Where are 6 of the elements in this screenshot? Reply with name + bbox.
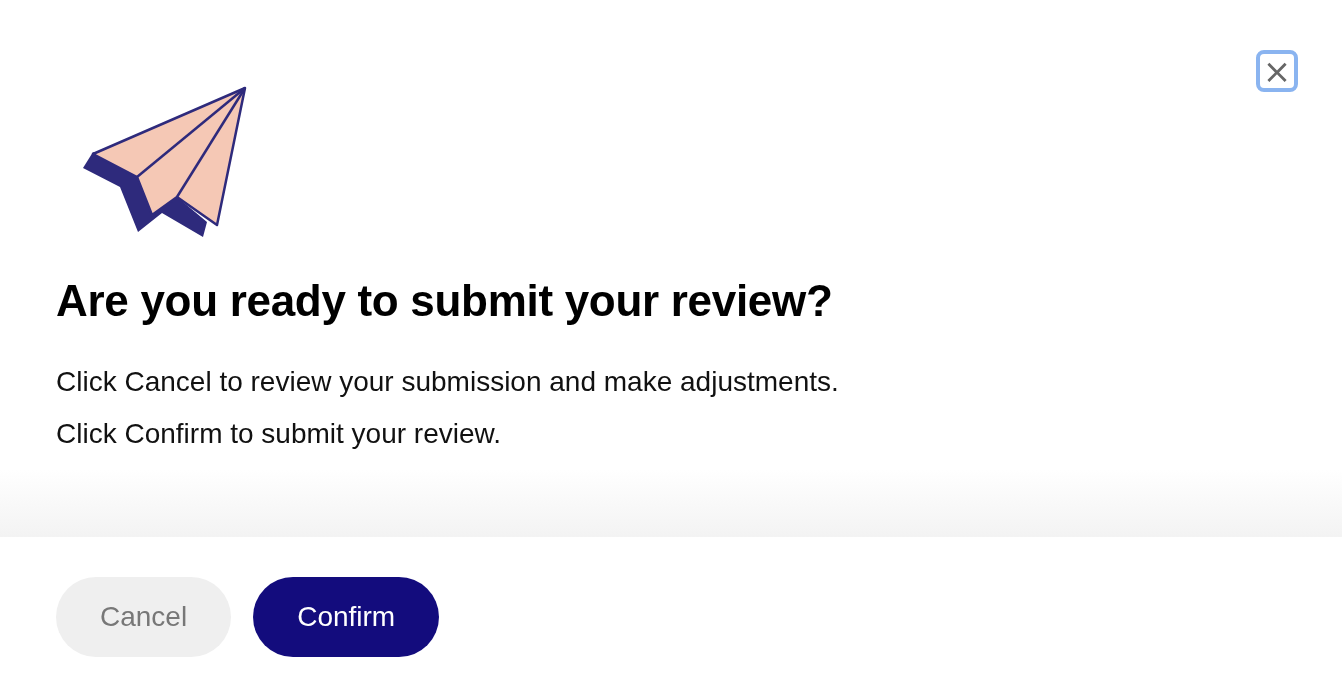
dialog-message: Click Confirm to submit your review. — [56, 417, 502, 451]
close-button[interactable]: × — [1256, 50, 1298, 92]
dialog-message: Click Cancel to review your submission and make adjustments. — [56, 365, 840, 399]
confirm-button[interactable]: Confirm — [253, 576, 440, 657]
cancel-button[interactable]: Cancel — [56, 576, 232, 657]
dialog-title: Are you ready to submit your review? — [56, 276, 834, 326]
